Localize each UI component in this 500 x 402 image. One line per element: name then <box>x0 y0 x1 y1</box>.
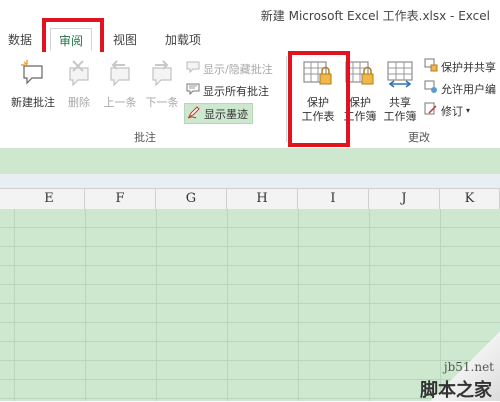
share-workbook-label-2: 工作簿 <box>383 110 417 123</box>
share-workbook-label-1: 共享 <box>389 96 411 109</box>
show-all-comments-button[interactable]: 显示所有批注 <box>186 82 269 99</box>
previous-comment-icon <box>100 58 140 92</box>
grid-line <box>298 209 299 401</box>
new-comment-label: 新建批注 <box>11 96 55 109</box>
show-hide-comment-label: 显示/隐藏批注 <box>203 62 273 76</box>
grid-line <box>0 284 500 285</box>
grid-line <box>0 303 500 304</box>
new-comment-button[interactable]: 新建批注 <box>6 58 60 110</box>
share-workbook-button[interactable]: 共享 工作簿 <box>380 60 420 124</box>
tab-data[interactable]: 数据 <box>8 31 32 48</box>
watermark-url: jb51.net <box>443 360 494 374</box>
protect-share-label: 保护并共享 <box>441 60 496 74</box>
protect-sheet-icon <box>296 60 340 92</box>
show-hide-comment-icon <box>186 60 200 77</box>
ribbon-tabs: 数据 审阅 视图 加载项 <box>0 28 500 53</box>
delete-comment-label: 删除 <box>68 96 90 109</box>
worksheet-grid[interactable] <box>0 209 500 401</box>
protect-workbook-label-1: 保护 <box>349 96 371 109</box>
grid-line <box>0 322 500 323</box>
column-header-k[interactable]: K <box>440 189 500 209</box>
track-changes-button[interactable]: 修订 ▾ <box>424 102 470 119</box>
tab-addins[interactable]: 加载项 <box>165 31 201 48</box>
delete-comment-icon <box>62 58 96 92</box>
column-header-i[interactable]: I <box>298 189 369 209</box>
new-comment-icon <box>6 58 60 92</box>
show-all-comments-label: 显示所有批注 <box>203 84 269 98</box>
grid-line <box>0 341 500 342</box>
tab-view[interactable]: 视图 <box>113 31 137 48</box>
allow-edit-ranges-button[interactable]: 允许用户编 <box>424 80 496 97</box>
share-workbook-icon <box>380 60 420 92</box>
grid-line <box>0 246 500 247</box>
column-header-h[interactable]: H <box>227 189 298 209</box>
show-ink-label: 显示墨迹 <box>204 107 248 121</box>
grid-line <box>369 209 370 401</box>
show-hide-comment-button[interactable]: 显示/隐藏批注 <box>186 60 273 77</box>
watermark-logo-text: 脚本之家 <box>420 380 492 401</box>
grid-line <box>227 209 228 401</box>
next-comment-button[interactable]: 下一条 <box>142 58 182 110</box>
grid-line <box>85 209 86 401</box>
track-changes-icon <box>424 102 438 119</box>
column-header-e[interactable]: E <box>14 189 85 209</box>
changes-group-label: 更改 <box>408 131 430 144</box>
show-ink-button[interactable]: 显示墨迹 <box>184 103 253 124</box>
column-headers: E F G H I J K <box>0 188 500 210</box>
protect-workbook-button[interactable]: 保护 工作簿 <box>342 60 378 124</box>
grid-line <box>0 360 500 361</box>
group-separator <box>286 56 287 142</box>
grid-line <box>0 227 500 228</box>
ribbon: 新建批注 删除 上一条 下一条 显示/隐藏批注 显示所有批注 显示墨迹 批注 保… <box>0 52 500 148</box>
protect-sheet-label-1: 保护 <box>307 96 329 109</box>
column-header-g[interactable]: G <box>156 189 227 209</box>
tab-review[interactable]: 审阅 <box>50 28 93 51</box>
delete-comment-button[interactable]: 删除 <box>62 58 96 110</box>
name-box-area <box>0 148 500 174</box>
window-title: 新建 Microsoft Excel 工作表.xlsx - Excel <box>260 9 490 23</box>
grid-line <box>0 265 500 266</box>
previous-comment-button[interactable]: 上一条 <box>100 58 140 110</box>
column-header-f[interactable]: F <box>85 189 156 209</box>
column-header-j[interactable]: J <box>369 189 440 209</box>
comments-group-label: 批注 <box>134 131 156 144</box>
formula-bar[interactable] <box>0 174 500 188</box>
protect-workbook-label-2: 工作簿 <box>343 110 377 123</box>
next-comment-label: 下一条 <box>145 96 179 109</box>
track-changes-label: 修订 <box>441 104 463 118</box>
protect-share-icon <box>424 58 438 75</box>
grid-line <box>156 209 157 401</box>
column-header-partial <box>0 189 14 209</box>
protect-sheet-button[interactable]: 保护 工作表 <box>296 60 340 124</box>
allow-edit-label: 允许用户编 <box>441 82 496 96</box>
protect-and-share-button[interactable]: 保护并共享 <box>424 58 496 75</box>
title-bar: 新建 Microsoft Excel 工作表.xlsx - Excel <box>0 0 500 28</box>
ink-pen-icon <box>187 105 201 122</box>
chevron-down-icon[interactable]: ▾ <box>466 106 470 115</box>
previous-comment-label: 上一条 <box>103 96 137 109</box>
protect-workbook-icon <box>342 60 378 92</box>
allow-edit-icon <box>424 80 438 97</box>
protect-sheet-label-2: 工作表 <box>301 110 335 123</box>
next-comment-icon <box>142 58 182 92</box>
show-all-comments-icon <box>186 82 200 99</box>
grid-line <box>14 209 15 401</box>
